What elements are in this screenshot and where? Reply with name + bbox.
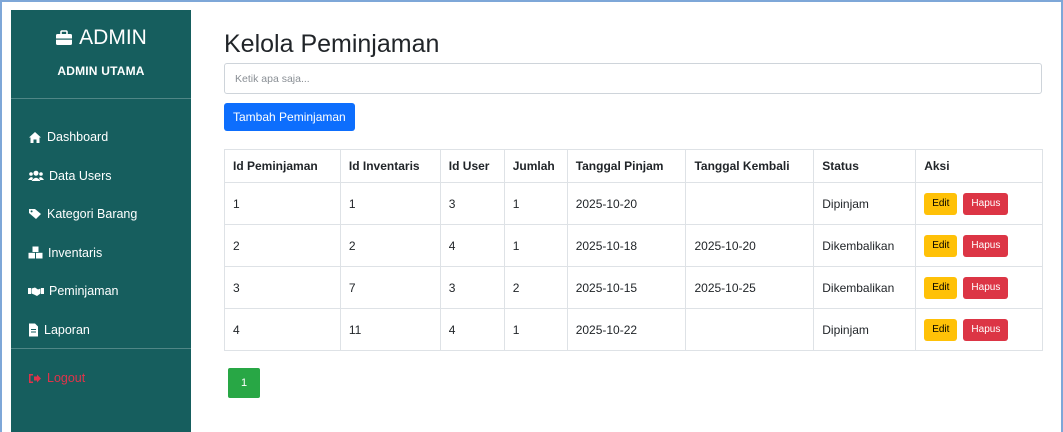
cell-jumlah: 1 xyxy=(503,224,568,267)
cell-tanggal-kembali: 2025-10-25 xyxy=(685,266,815,309)
delete-button[interactable]: Hapus xyxy=(963,276,1009,299)
cell-id-peminjaman: 3 xyxy=(224,266,341,309)
delete-button[interactable]: Hapus xyxy=(963,192,1009,215)
sidebar-item-label: Dashboard xyxy=(47,130,109,145)
cell-id-inventaris: 2 xyxy=(339,224,441,267)
sidebar-item-inventaris[interactable]: Inventaris xyxy=(11,234,191,273)
sidebar-item-dashboard[interactable]: Dashboard xyxy=(11,118,191,157)
sidebar-item-label: Laporan xyxy=(44,322,90,337)
cell-id-inventaris: 11 xyxy=(339,308,441,351)
edit-button[interactable]: Edit xyxy=(924,318,958,341)
table-row: 3 7 3 2 2025-10-15 2025-10-25 Dikembalik… xyxy=(224,266,1043,309)
cell-id-user: 4 xyxy=(439,224,505,267)
cell-aksi: Edit Hapus xyxy=(915,182,1043,225)
sidebar-item-label: Data Users xyxy=(49,168,112,183)
cell-aksi: Edit Hapus xyxy=(915,308,1043,351)
column-header: Id User xyxy=(439,149,505,183)
cell-id-inventaris: 7 xyxy=(339,266,441,309)
cell-tanggal-kembali xyxy=(685,308,815,351)
column-header: Id Peminjaman xyxy=(224,149,341,183)
main-content: Kelola Peminjaman Tambah Peminjaman Id P… xyxy=(224,28,1044,398)
tag-icon xyxy=(29,209,41,220)
sign-out-icon xyxy=(29,373,41,383)
cell-tanggal-kembali: 2025-10-20 xyxy=(685,224,815,267)
briefcase-icon xyxy=(56,30,73,45)
brand-label: ADMIN xyxy=(79,26,147,49)
sidebar: ADMIN ADMIN UTAMA Dashboard Data Users K… xyxy=(11,10,191,432)
table-row: 4 11 4 1 2025-10-22 Dipinjam Edit Hapus xyxy=(224,308,1043,351)
edit-button[interactable]: Edit xyxy=(924,276,958,299)
cell-tanggal-kembali xyxy=(685,182,815,225)
home-icon xyxy=(29,131,41,143)
sidebar-item-label: Inventaris xyxy=(48,245,103,260)
sidebar-item-kategori-barang[interactable]: Kategori Barang xyxy=(11,195,191,234)
cell-tanggal-pinjam: 2025-10-20 xyxy=(566,182,687,225)
column-header: Jumlah xyxy=(503,149,568,183)
peminjaman-table: Id Peminjaman Id Inventaris Id User Juml… xyxy=(224,149,1043,351)
cell-jumlah: 1 xyxy=(503,182,568,225)
sidebar-divider xyxy=(11,98,191,99)
cell-status: Dipinjam xyxy=(813,182,917,225)
cell-id-peminjaman: 4 xyxy=(224,308,341,351)
cell-tanggal-pinjam: 2025-10-18 xyxy=(566,224,687,267)
sidebar-item-label: Peminjaman xyxy=(49,284,119,299)
file-icon xyxy=(29,323,38,337)
cell-tanggal-pinjam: 2025-10-22 xyxy=(566,308,687,351)
column-header: Id Inventaris xyxy=(339,149,441,183)
sidebar-nav: Dashboard Data Users Kategori Barang Inv… xyxy=(11,118,191,349)
column-header: Aksi xyxy=(915,149,1043,183)
cell-id-inventaris: 1 xyxy=(339,182,441,225)
cell-id-user: 4 xyxy=(439,308,505,351)
cell-id-user: 3 xyxy=(439,266,505,309)
cell-aksi: Edit Hapus xyxy=(915,224,1043,267)
table-row: 2 2 4 1 2025-10-18 2025-10-20 Dikembalik… xyxy=(224,224,1043,267)
cell-id-user: 3 xyxy=(439,182,505,225)
brand-subtitle: ADMIN UTAMA xyxy=(57,64,145,78)
cell-aksi: Edit Hapus xyxy=(915,266,1043,309)
boxes-icon xyxy=(28,246,43,259)
sidebar-item-peminjaman[interactable]: Peminjaman xyxy=(11,272,191,311)
add-peminjaman-button[interactable]: Tambah Peminjaman xyxy=(224,103,355,131)
cell-jumlah: 1 xyxy=(503,308,568,351)
cell-status: Dikembalikan xyxy=(813,224,917,267)
logout-link[interactable]: Logout xyxy=(28,371,85,385)
brand-title[interactable]: ADMIN xyxy=(11,26,191,50)
table-row: 1 1 3 1 2025-10-20 Dipinjam Edit Hapus xyxy=(224,182,1043,225)
sidebar-item-laporan[interactable]: Laporan xyxy=(11,311,191,350)
table-header-row: Id Peminjaman Id Inventaris Id User Juml… xyxy=(224,149,1043,183)
logout-label: Logout xyxy=(47,371,86,385)
sidebar-item-data-users[interactable]: Data Users xyxy=(11,157,191,196)
users-icon xyxy=(28,170,44,181)
cell-id-peminjaman: 1 xyxy=(224,182,341,225)
handshake-icon xyxy=(28,287,44,296)
sidebar-item-label: Kategori Barang xyxy=(47,207,138,222)
edit-button[interactable]: Edit xyxy=(924,192,958,215)
cell-status: Dipinjam xyxy=(813,308,917,351)
cell-status: Dikembalikan xyxy=(813,266,917,309)
delete-button[interactable]: Hapus xyxy=(963,234,1009,257)
column-header: Status xyxy=(813,149,917,183)
pagination-page-button[interactable]: 1 xyxy=(228,368,260,398)
sidebar-divider xyxy=(11,348,191,349)
cell-tanggal-pinjam: 2025-10-15 xyxy=(566,266,687,309)
search-input[interactable] xyxy=(224,63,1042,94)
column-header: Tanggal Kembali xyxy=(685,149,815,183)
cell-id-peminjaman: 2 xyxy=(224,224,341,267)
edit-button[interactable]: Edit xyxy=(924,234,958,257)
cell-jumlah: 2 xyxy=(503,266,568,309)
page-title: Kelola Peminjaman xyxy=(224,30,440,58)
column-header: Tanggal Pinjam xyxy=(566,149,687,183)
delete-button[interactable]: Hapus xyxy=(963,318,1009,341)
brand: ADMIN ADMIN UTAMA xyxy=(11,10,191,78)
